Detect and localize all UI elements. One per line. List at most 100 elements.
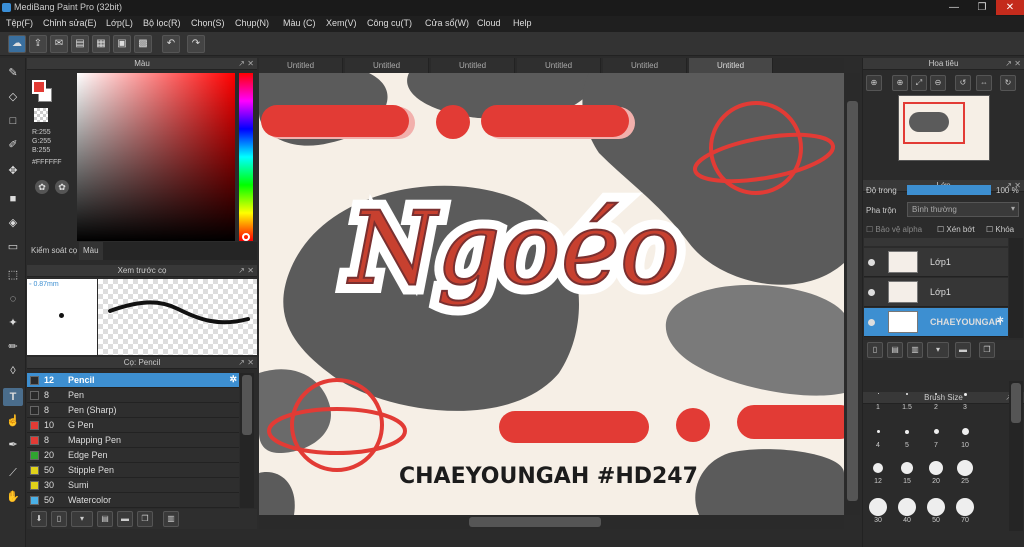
fill-rect-tool-icon[interactable]: ■ bbox=[3, 190, 23, 208]
new-brush-icon[interactable]: ▯ bbox=[51, 511, 67, 527]
zoom-out-icon[interactable]: ⊖ bbox=[930, 75, 946, 91]
move-tool-icon[interactable]: ✥ bbox=[3, 162, 23, 180]
redo-icon[interactable]: ↷ bbox=[187, 35, 205, 53]
brush-size-option[interactable]: 20 bbox=[921, 460, 951, 485]
eye-icon[interactable] bbox=[868, 319, 875, 326]
add-brush-icon[interactable]: ▾ bbox=[71, 511, 93, 527]
menu-layer[interactable]: Lớp(L) bbox=[106, 18, 133, 28]
pin-icon[interactable]: ↗ bbox=[1005, 58, 1012, 70]
settings-gear-icon[interactable]: ✲ bbox=[229, 374, 237, 385]
menu-color[interactable]: Màu (C) bbox=[283, 18, 316, 28]
menu-edit[interactable]: Chỉnh sửa(E) bbox=[43, 18, 97, 28]
lock-checkbox[interactable]: ☐ Khóa bbox=[986, 225, 1014, 234]
brush-item-mapping-pen[interactable]: 8 Mapping Pen bbox=[27, 433, 239, 448]
folder-icon[interactable]: ▬ bbox=[955, 342, 971, 358]
menu-file[interactable]: Tệp(F) bbox=[6, 18, 33, 28]
canvas-horizontal-scrollbar[interactable] bbox=[259, 515, 844, 529]
duplicate-icon[interactable]: ❐ bbox=[137, 511, 153, 527]
menu-tools[interactable]: Công cụ(T) bbox=[367, 18, 412, 28]
tab-document-4[interactable]: Untitled bbox=[517, 58, 601, 73]
brush-size-option[interactable]: 5 bbox=[892, 424, 922, 449]
tab-color[interactable]: Màu bbox=[79, 242, 103, 260]
rotate-right-icon[interactable]: ↻ bbox=[1000, 75, 1016, 91]
brush-item-g-pen[interactable]: 10 G Pen bbox=[27, 418, 239, 433]
brush-item-watercolor[interactable]: 50 Watercolor bbox=[27, 493, 239, 508]
protect-alpha-checkbox[interactable]: ☐ Bảo vệ alpha bbox=[866, 225, 922, 234]
layer-row[interactable]: Lớp1 bbox=[864, 278, 1008, 307]
maximize-button[interactable]: ❐ bbox=[968, 0, 996, 15]
settings-gear-icon[interactable]: ✲ bbox=[996, 315, 1004, 326]
fit-icon[interactable]: ⤢ bbox=[911, 75, 927, 91]
hand-tool-icon[interactable]: ✋ bbox=[3, 488, 23, 506]
new-8bit-layer-icon[interactable]: ▥ bbox=[907, 342, 923, 358]
blend-mode-select[interactable]: Bình thường ▾ bbox=[907, 202, 1019, 217]
brush-size-option[interactable]: 25 bbox=[950, 460, 980, 485]
close-icon[interactable]: ✕ bbox=[247, 265, 254, 277]
close-icon[interactable]: ✕ bbox=[1014, 58, 1021, 70]
layer-row[interactable]: Lớp1 bbox=[864, 248, 1008, 277]
brush-size-scrollbar[interactable] bbox=[1009, 381, 1023, 531]
menu-snap[interactable]: Chụp(N) bbox=[235, 18, 269, 28]
drawing-canvas[interactable]: Ngoéo Ngoéo CHAEYOUNGAH #HD247 bbox=[259, 73, 844, 515]
select-eraser-icon[interactable]: ◊ bbox=[3, 362, 23, 380]
brush-settings-icon[interactable]: ▤ bbox=[97, 511, 113, 527]
layer-list-scrollbar[interactable] bbox=[1009, 238, 1023, 338]
pin-icon[interactable]: ↗ bbox=[238, 58, 245, 70]
hue-slider[interactable] bbox=[239, 73, 253, 241]
brush-size-option[interactable]: 70 bbox=[950, 498, 980, 524]
divide-tool-icon[interactable]: ⟋ bbox=[3, 464, 23, 482]
zoom-in-2-icon[interactable]: ⊕ bbox=[892, 75, 908, 91]
tab-document-2[interactable]: Untitled bbox=[345, 58, 429, 73]
brush-size-option[interactable]: 3 bbox=[950, 385, 980, 411]
magic-wand-icon[interactable]: ✦ bbox=[3, 314, 23, 332]
undo-icon[interactable]: ↶ bbox=[162, 35, 180, 53]
brush-size-option[interactable]: 4 bbox=[863, 424, 893, 449]
close-icon[interactable]: ✕ bbox=[247, 357, 254, 369]
gradient-tool-icon[interactable]: ▭ bbox=[3, 238, 23, 256]
menu-window[interactable]: Cửa sổ(W) bbox=[425, 18, 469, 28]
brush-item-stipple-pen[interactable]: 50 Stipple Pen bbox=[27, 463, 239, 478]
rectangle-tool-icon[interactable]: □ bbox=[3, 112, 23, 130]
tab-document-1[interactable]: Untitled bbox=[259, 58, 343, 73]
text-tool-icon[interactable]: T bbox=[3, 388, 23, 406]
menu-filter[interactable]: Bộ lọc(R) bbox=[143, 18, 181, 28]
pen-tool-icon[interactable]: ✐ bbox=[3, 136, 23, 154]
brush-size-option[interactable]: 50 bbox=[921, 498, 951, 524]
trash-icon[interactable]: ▥ bbox=[163, 511, 179, 527]
document-icon[interactable]: ▦ bbox=[92, 35, 110, 53]
brush-size-option[interactable]: 7 bbox=[921, 424, 951, 449]
panel-icon[interactable]: ▣ bbox=[113, 35, 131, 53]
brush-list-scrollbar[interactable] bbox=[240, 373, 254, 508]
brush-size-option[interactable]: 10 bbox=[950, 424, 980, 449]
page-icon[interactable]: ▤ bbox=[71, 35, 89, 53]
navigator-thumbnail[interactable] bbox=[898, 95, 990, 161]
color-picker-icon[interactable]: ✿ bbox=[55, 180, 69, 194]
menu-help[interactable]: Help bbox=[513, 18, 532, 28]
cloud-icon[interactable]: ☁ bbox=[8, 35, 26, 53]
tab-document-6[interactable]: Untitled bbox=[689, 58, 773, 73]
new-halftone-layer-icon[interactable]: ▤ bbox=[887, 342, 903, 358]
select-pen-icon[interactable]: ✏ bbox=[3, 338, 23, 356]
dropper-tool-icon[interactable]: ✒ bbox=[3, 436, 23, 454]
layer-row-selected[interactable]: CHAEYOUNGAH ✲ bbox=[864, 308, 1008, 337]
upload-icon[interactable]: ⇪ bbox=[29, 35, 47, 53]
canvas-vertical-scrollbar[interactable] bbox=[845, 73, 860, 515]
menu-cloud[interactable]: Cloud bbox=[477, 18, 501, 28]
zoom-in-icon[interactable]: ⊕ bbox=[866, 75, 882, 91]
rotate-left-icon[interactable]: ↺ bbox=[955, 75, 971, 91]
select-rect-icon[interactable]: ⬚ bbox=[3, 266, 23, 284]
brush-item-pen-sharp[interactable]: 8 Pen (Sharp) bbox=[27, 403, 239, 418]
duplicate-layer-icon[interactable]: ❐ bbox=[979, 342, 995, 358]
brush-size-option[interactable]: 40 bbox=[892, 498, 922, 524]
close-icon[interactable]: ✕ bbox=[247, 58, 254, 70]
brush-tool-icon[interactable]: ✎ bbox=[3, 64, 23, 82]
palette-icon[interactable]: ✿ bbox=[35, 180, 49, 194]
minimize-button[interactable]: — bbox=[940, 0, 968, 15]
brush-item-pen[interactable]: 8 Pen bbox=[27, 388, 239, 403]
eye-icon[interactable] bbox=[868, 289, 875, 296]
pin-icon[interactable]: ↗ bbox=[238, 265, 245, 277]
grid-icon[interactable]: ▩ bbox=[134, 35, 152, 53]
brush-size-option[interactable]: 2 bbox=[921, 385, 951, 411]
menu-view[interactable]: Xem(V) bbox=[326, 18, 357, 28]
operation-tool-icon[interactable]: ☝ bbox=[3, 412, 23, 430]
